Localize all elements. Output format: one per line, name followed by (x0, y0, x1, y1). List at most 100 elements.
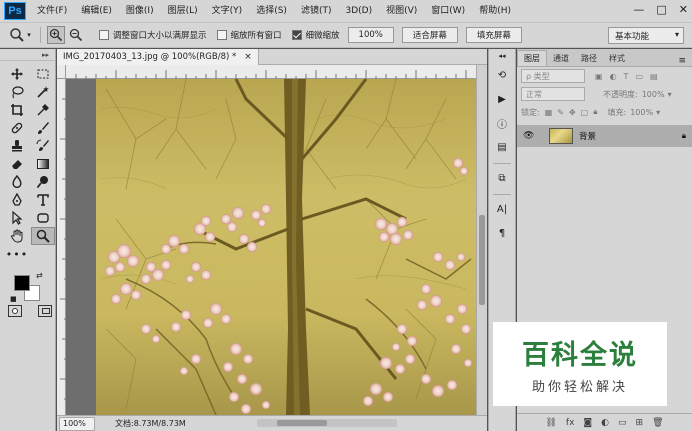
color-swatches[interactable]: ⇄ ■ (10, 271, 46, 303)
menu-layer[interactable]: 图层(L) (161, 0, 205, 22)
quick-mask-icon[interactable] (8, 305, 22, 317)
brush-tool[interactable] (31, 119, 55, 137)
menu-help[interactable]: 帮助(H) (472, 0, 518, 22)
menu-edit[interactable]: 编辑(E) (74, 0, 119, 22)
adjustments-panel-button[interactable]: ⓘ (492, 113, 512, 133)
edit-toolbar-button[interactable]: ••• (5, 245, 29, 263)
horizontal-scrollbar[interactable] (257, 419, 397, 427)
healing-brush-tool[interactable] (5, 119, 29, 137)
horizontal-ruler[interactable] (66, 65, 476, 79)
vertical-scrollbar[interactable] (476, 65, 487, 415)
tab-channels[interactable]: 通道 (547, 50, 575, 66)
shape-tool[interactable] (31, 209, 55, 227)
link-layers-icon[interactable]: ⛓︎ (545, 418, 556, 428)
zoom-out-button[interactable] (67, 26, 85, 44)
history-brush-tool[interactable] (31, 137, 55, 155)
menu-image[interactable]: 图像(I) (119, 0, 161, 22)
ruler-origin[interactable] (57, 65, 66, 79)
marquee-tool[interactable] (31, 65, 55, 83)
foreground-color-swatch[interactable] (14, 275, 30, 291)
menu-select[interactable]: 选择(S) (249, 0, 294, 22)
chevron-down-icon[interactable]: ▾ (656, 108, 660, 117)
dodge-tool[interactable] (31, 173, 55, 191)
clone-stamp-tool[interactable] (5, 137, 29, 155)
canvas-area[interactable] (66, 79, 476, 415)
zoom-in-button[interactable] (47, 26, 65, 44)
minimize-button[interactable]: — (633, 3, 644, 16)
chevron-down-icon[interactable]: ▾ (668, 90, 672, 99)
fill-value[interactable]: 100% (630, 108, 653, 117)
adjustment-filter-icon[interactable]: ◐ (610, 72, 617, 81)
move-tool[interactable] (5, 65, 29, 83)
scrubby-zoom-checkbox[interactable]: 细微缩放 (291, 29, 340, 41)
smart-object-filter-icon[interactable]: ▤ (650, 72, 658, 81)
close-button[interactable]: ✕ (679, 3, 688, 16)
workspace-select[interactable]: 基本功能 ▾ (608, 27, 684, 44)
document-tab[interactable]: IMG_20170403_13.jpg @ 100%(RGB/8) * × (57, 48, 259, 65)
tab-styles[interactable]: 样式 (603, 50, 631, 66)
fill-screen-button[interactable]: 填充屏幕 (465, 27, 522, 43)
delete-layer-icon[interactable]: 🗑︎ (652, 418, 663, 428)
layer-style-icon[interactable]: fx (566, 418, 575, 428)
menu-window[interactable]: 窗口(W) (424, 0, 472, 22)
vertical-scroll-thumb[interactable] (479, 215, 485, 305)
new-layer-icon[interactable]: ⊞ (636, 418, 644, 428)
brush-panel-button[interactable]: ▤ (492, 137, 512, 157)
pen-tool[interactable] (5, 191, 29, 209)
clone-source-panel-button[interactable]: ⧉ (492, 168, 512, 188)
zoom-tool[interactable] (31, 227, 55, 245)
visibility-eye-icon[interactable]: 👁︎ (523, 131, 537, 141)
actions-panel-button[interactable]: ▶ (492, 89, 512, 109)
document-size-info[interactable]: 文档:8.73M/8.73M (115, 418, 186, 429)
magic-wand-tool[interactable] (31, 83, 55, 101)
menu-view[interactable]: 视图(V) (379, 0, 424, 22)
swap-colors-icon[interactable]: ⇄ (36, 271, 43, 280)
menu-3d[interactable]: 3D(D) (338, 0, 379, 22)
opacity-value[interactable]: 100% (642, 90, 665, 99)
path-selection-tool[interactable] (5, 209, 29, 227)
vertical-ruler[interactable] (57, 79, 66, 415)
lock-artboard-icon[interactable]: ▢ (581, 108, 589, 117)
panel-menu-icon[interactable]: ≡ (678, 56, 692, 66)
lasso-tool[interactable] (5, 83, 29, 101)
layer-row-background[interactable]: 👁︎ 背景 🔒︎ (517, 125, 692, 147)
paragraph-panel-button[interactable]: ¶ (492, 223, 512, 243)
new-group-icon[interactable]: ▭ (618, 418, 627, 428)
zoom-level-field[interactable]: 100% (59, 416, 95, 431)
zoom-100-button[interactable]: 100% (347, 27, 394, 43)
dock-collapse-icon[interactable]: ◂◂ (492, 51, 512, 61)
add-mask-icon[interactable]: ◙ (583, 418, 592, 428)
horizontal-scroll-thumb[interactable] (277, 420, 327, 426)
fit-screen-button[interactable]: 适合屏幕 (401, 27, 458, 43)
gradient-tool[interactable] (31, 155, 55, 173)
tool-preset-picker[interactable]: ▾ (6, 25, 34, 45)
history-panel-button[interactable]: ⟲ (492, 65, 512, 85)
eraser-tool[interactable] (5, 155, 29, 173)
tab-paths[interactable]: 路径 (575, 50, 603, 66)
toolbox-collapse-icon[interactable]: ▸▸ (0, 49, 55, 61)
menu-type[interactable]: 文字(Y) (205, 0, 250, 22)
character-panel-button[interactable]: A| (492, 199, 512, 219)
hand-tool[interactable] (5, 227, 29, 245)
tab-layers[interactable]: 图层 (517, 50, 547, 66)
eyedropper-tool[interactable] (31, 101, 55, 119)
blend-mode-select[interactable]: 正常 (521, 87, 585, 101)
document-image[interactable] (66, 79, 476, 415)
lock-transparent-icon[interactable]: ▦ (545, 108, 553, 117)
type-filter-icon[interactable]: T (624, 72, 629, 81)
blur-tool[interactable] (5, 173, 29, 191)
lock-all-icon[interactable]: 🔒︎ (593, 107, 597, 117)
shape-filter-icon[interactable]: ▭ (635, 72, 643, 81)
type-tool[interactable] (31, 191, 55, 209)
layer-kind-filter[interactable]: ρ 类型 (521, 69, 585, 83)
close-tab-icon[interactable]: × (244, 52, 252, 62)
menu-filter[interactable]: 滤镜(T) (294, 0, 339, 22)
lock-pixels-icon[interactable]: ✎ (557, 108, 564, 117)
screen-mode-icon[interactable] (38, 305, 52, 317)
default-colors-icon[interactable]: ■ (10, 295, 17, 303)
adjustment-layer-icon[interactable]: ◐ (601, 418, 609, 428)
menu-file[interactable]: 文件(F) (30, 0, 74, 22)
resize-windows-checkbox[interactable]: 调整窗口大小以满屏显示 (99, 29, 207, 41)
pixel-filter-icon[interactable]: ▣ (595, 72, 603, 81)
maximize-button[interactable]: □ (656, 3, 666, 16)
